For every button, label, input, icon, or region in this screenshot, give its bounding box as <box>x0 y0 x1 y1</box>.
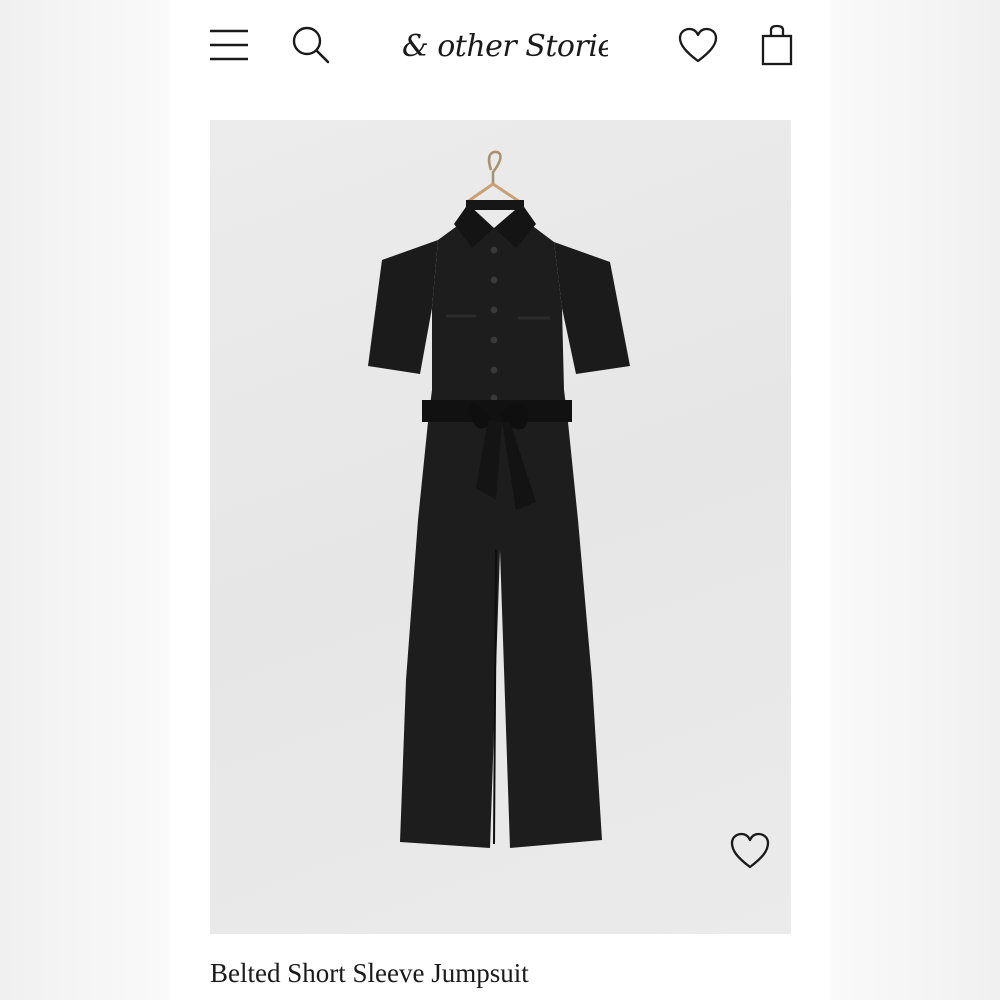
menu-icon <box>210 29 248 61</box>
site-header: & other Stories <box>170 0 830 100</box>
search-button[interactable] <box>290 24 332 66</box>
shopping-bag-button[interactable] <box>760 24 794 66</box>
search-icon <box>292 26 330 64</box>
brand-logo[interactable]: & other Stories <box>398 22 630 68</box>
product-image[interactable] <box>210 120 791 934</box>
heart-icon <box>678 27 718 63</box>
logo-text: & other Stories <box>402 29 608 64</box>
product-title[interactable]: Belted Short Sleeve Jumpsuit <box>210 958 790 989</box>
image-wishlist-button[interactable] <box>729 831 771 871</box>
menu-button[interactable] <box>208 27 250 63</box>
background-left <box>0 0 170 1000</box>
jumpsuit-illustration <box>368 150 630 848</box>
background-right <box>830 0 1000 1000</box>
wishlist-button[interactable] <box>678 27 718 65</box>
product-page: & other Stories Belted Short Sleeve Jump… <box>170 0 830 1000</box>
shopping-bag-icon <box>761 24 793 66</box>
heart-icon <box>730 832 770 869</box>
